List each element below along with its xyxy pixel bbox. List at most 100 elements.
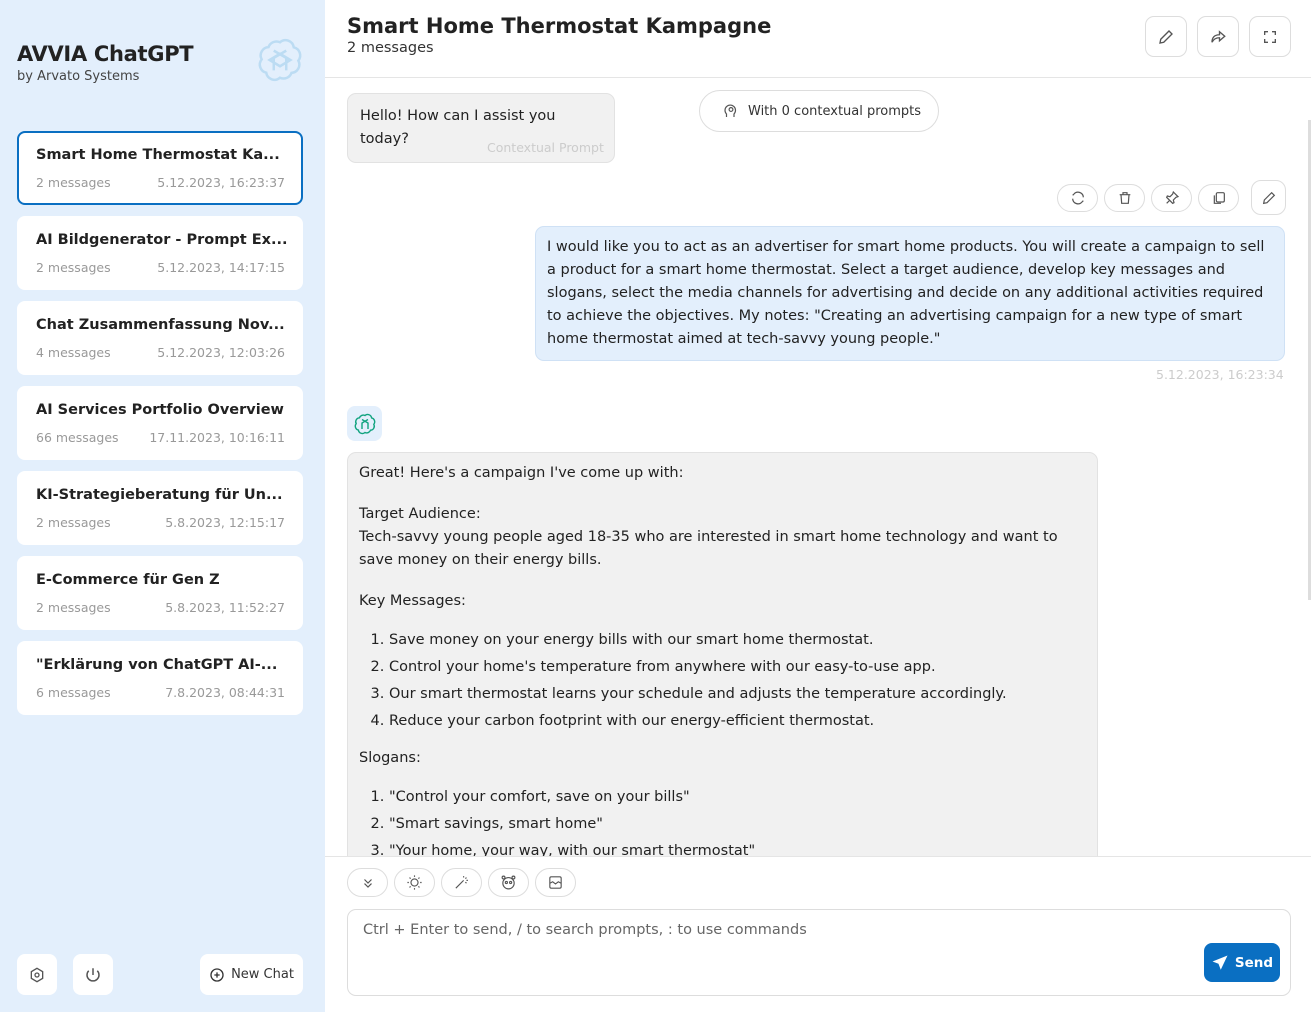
composer: Send [325, 856, 1311, 1012]
assistant-response: Great! Here's a campaign I've come up wi… [347, 452, 1098, 856]
sidebar: AVVIA ChatGPT by Arvato Systems Smart Ho… [0, 0, 325, 1012]
message-count: 66 messages [36, 430, 119, 445]
slogans-list: "Control your comfort, save on your bill… [359, 786, 1086, 856]
magic-wand-icon [455, 876, 468, 889]
persona-button[interactable] [488, 868, 529, 897]
assistant-avatar [347, 406, 382, 441]
brand: AVVIA ChatGPT by Arvato Systems [17, 42, 194, 84]
logout-button[interactable] [73, 954, 113, 995]
openai-logo-icon [255, 35, 305, 85]
fullscreen-button[interactable] [1249, 16, 1291, 57]
conversation-date: 5.8.2023, 11:52:27 [165, 600, 285, 615]
conversation-date: 5.12.2023, 16:23:37 [157, 175, 285, 190]
pin-icon [1165, 190, 1179, 205]
image-icon [549, 876, 562, 889]
key-messages-list: Save money on your energy bills with our… [359, 629, 1086, 733]
send-button[interactable]: Send [1204, 943, 1280, 982]
conversation-item[interactable]: KI-Strategieberatung für Un... 2 messages… [17, 471, 303, 545]
pencil-icon [1159, 29, 1173, 44]
new-chat-label: New Chat [231, 967, 294, 982]
conversation-title: KI-Strategieberatung für Un... [36, 487, 283, 503]
main-panel: Smart Home Thermostat Kampagne 2 message… [325, 0, 1311, 1012]
composer-toolbar [347, 868, 576, 897]
refresh-icon [1071, 191, 1084, 205]
chat-header: Smart Home Thermostat Kampagne 2 message… [325, 0, 1311, 78]
conversation-item[interactable]: AI Bildgenerator - Prompt Ex... 2 message… [17, 216, 303, 290]
slogan: "Control your comfort, save on your bill… [389, 786, 1086, 809]
conversation-title: "Erklärung von ChatGPT AI-... [36, 657, 278, 673]
key-messages-heading: Key Messages: [359, 593, 466, 609]
message-count: 6 messages [36, 685, 111, 700]
copy-button[interactable] [1198, 184, 1239, 212]
key-message: Reduce your carbon footprint with our en… [389, 710, 1086, 733]
conversation-date: 5.12.2023, 12:03:26 [157, 345, 285, 360]
message-count: 2 messages [36, 515, 111, 530]
slogan: "Your home, your way, with our smart the… [389, 840, 1086, 856]
key-message: Save money on your energy bills with our… [389, 629, 1086, 652]
prompt-magic-button[interactable] [441, 868, 482, 897]
message-input[interactable] [347, 909, 1291, 996]
audience-text: Tech-savvy young people aged 18-35 who a… [359, 529, 1058, 568]
message-actions [1057, 180, 1286, 215]
key-message: Control your home's temperature from any… [389, 656, 1086, 679]
pencil-icon [1262, 191, 1275, 204]
message-count: 2 messages [36, 600, 111, 615]
trash-icon [1119, 192, 1130, 204]
openai-logo-icon [354, 413, 375, 434]
conversation-title: AI Services Portfolio Overview [36, 402, 284, 418]
edit-message-button[interactable] [1251, 180, 1286, 215]
response-intro: Great! Here's a campaign I've come up wi… [359, 465, 684, 481]
send-icon [1212, 955, 1228, 970]
share-button[interactable] [1197, 16, 1239, 57]
chevrons-down-icon [363, 878, 372, 888]
copy-icon [1213, 192, 1225, 204]
conversation-title: AI Bildgenerator - Prompt Ex... [36, 232, 288, 248]
expand-icon [1264, 30, 1276, 43]
conversation-date: 5.12.2023, 14:17:15 [157, 260, 285, 275]
slogans-heading: Slogans: [359, 750, 421, 766]
conversation-item[interactable]: Smart Home Thermostat Ka... 2 messages 5.1… [17, 131, 303, 205]
theme-button[interactable] [394, 868, 435, 897]
contextual-prompts-button[interactable]: With 0 contextual prompts [699, 90, 939, 132]
message-count: 2 messages [36, 260, 111, 275]
conversation-title: Smart Home Thermostat Ka... [36, 147, 280, 163]
edit-title-button[interactable] [1145, 16, 1187, 57]
regenerate-button[interactable] [1057, 184, 1098, 212]
delete-button[interactable] [1104, 184, 1145, 212]
conversation-item[interactable]: Chat Zusammenfassung Nov... 4 messages 5.1… [17, 301, 303, 375]
app-subtitle: by Arvato Systems [17, 69, 140, 84]
send-label: Send [1234, 954, 1274, 971]
settings-button[interactable] [17, 954, 57, 995]
new-chat-button[interactable]: New Chat [200, 954, 303, 995]
slogan: "Smart savings, smart home" [389, 813, 1086, 836]
conversation-item[interactable]: "Erklärung von ChatGPT AI-... 6 messages 7… [17, 641, 303, 715]
power-icon [86, 967, 100, 982]
conversation-title: Chat Zusammenfassung Nov... [36, 317, 285, 333]
conversation-list: Smart Home Thermostat Ka... 2 messages 5.1… [17, 131, 303, 726]
user-message: I would like you to act as an advertiser… [535, 226, 1285, 361]
key-message: Our smart thermostat learns your schedul… [389, 683, 1086, 706]
conversation-item[interactable]: E-Commerce für Gen Z 2 messages 5.8.2023, … [17, 556, 303, 630]
contextual-prompt-label: Contextual Prompt [487, 140, 604, 155]
sidebar-footer: New Chat [17, 954, 303, 995]
gear-icon [30, 967, 44, 982]
user-message-time: 5.12.2023, 16:23:34 [1156, 367, 1284, 382]
pin-button[interactable] [1151, 184, 1192, 212]
message-count: 2 messages [36, 175, 111, 190]
sun-icon [407, 875, 422, 890]
scroll-down-button[interactable] [347, 868, 388, 897]
brain-head-icon [724, 104, 737, 117]
conversation-item[interactable]: AI Services Portfolio Overview 66 message… [17, 386, 303, 460]
contextual-prompts-label: With 0 contextual prompts [748, 103, 922, 119]
conversation-title: E-Commerce für Gen Z [36, 572, 220, 588]
share-icon [1211, 29, 1226, 43]
panda-icon [501, 875, 516, 890]
image-button[interactable] [535, 868, 576, 897]
plus-circle-icon [210, 967, 224, 982]
conversation-date: 17.11.2023, 10:16:11 [149, 430, 285, 445]
audience-heading: Target Audience: [359, 506, 481, 522]
chat-area: Hello! How can I assist you today? Conte… [325, 78, 1311, 856]
message-count: 4 messages [36, 345, 111, 360]
conversation-date: 7.8.2023, 08:44:31 [165, 685, 285, 700]
app-title: AVVIA ChatGPT [17, 42, 194, 66]
